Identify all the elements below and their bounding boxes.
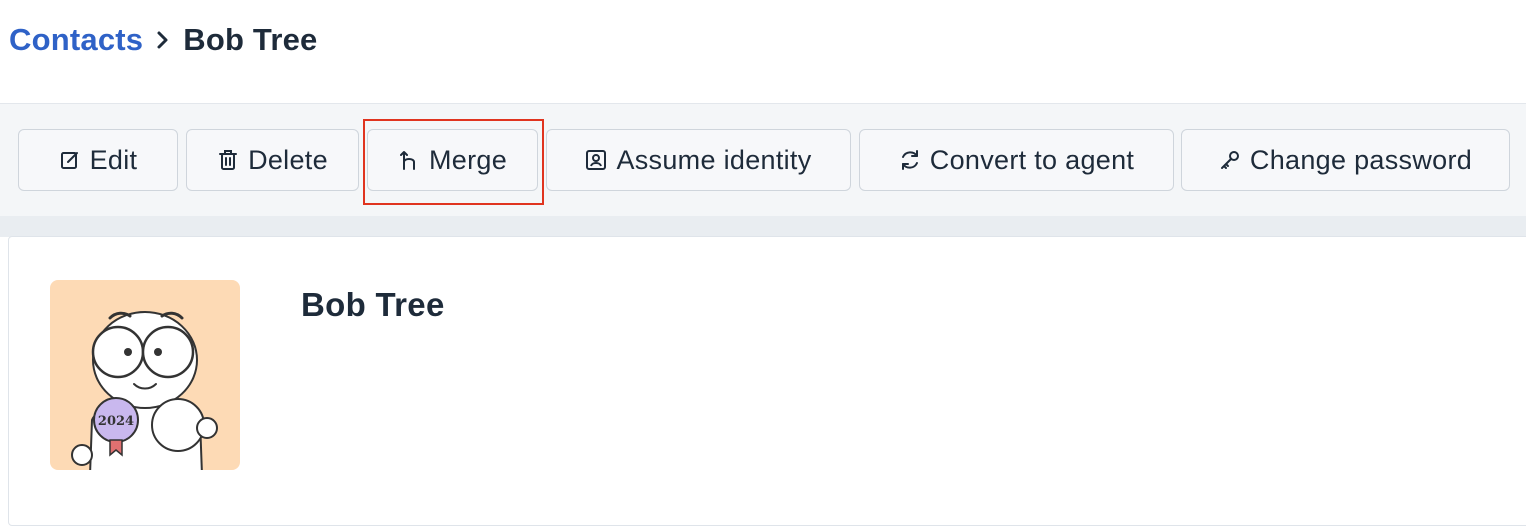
avatar-badge-text: 2024 bbox=[98, 414, 134, 429]
avatar: 2024 bbox=[50, 280, 240, 470]
convert-to-agent-button-label: Convert to agent bbox=[929, 144, 1135, 175]
convert-to-agent-button[interactable]: Convert to agent bbox=[859, 129, 1174, 191]
merge-icon bbox=[398, 149, 420, 171]
assume-identity-button-label: Assume identity bbox=[616, 144, 812, 175]
section-divider bbox=[0, 216, 1526, 237]
convert-icon bbox=[899, 149, 921, 171]
key-icon bbox=[1219, 149, 1241, 171]
edit-button-label: Edit bbox=[89, 144, 138, 175]
delete-button[interactable]: Delete bbox=[186, 129, 359, 191]
assume-identity-button[interactable]: Assume identity bbox=[546, 129, 851, 191]
contact-name: Bob Tree bbox=[301, 286, 445, 323]
edit-icon bbox=[59, 149, 81, 171]
breadcrumb-contacts-link[interactable]: Contacts bbox=[9, 22, 143, 58]
breadcrumb: Contacts Bob Tree bbox=[9, 18, 317, 62]
trash-icon bbox=[217, 149, 239, 171]
chevron-right-icon bbox=[143, 30, 183, 50]
change-password-button-label: Change password bbox=[1249, 144, 1473, 175]
merge-button[interactable]: Merge bbox=[367, 129, 538, 191]
edit-button[interactable]: Edit bbox=[18, 129, 178, 191]
breadcrumb-current: Bob Tree bbox=[183, 22, 318, 57]
delete-button-label: Delete bbox=[248, 144, 328, 175]
identity-icon bbox=[585, 149, 607, 171]
merge-button-label: Merge bbox=[428, 144, 508, 175]
change-password-button[interactable]: Change password bbox=[1181, 129, 1510, 191]
